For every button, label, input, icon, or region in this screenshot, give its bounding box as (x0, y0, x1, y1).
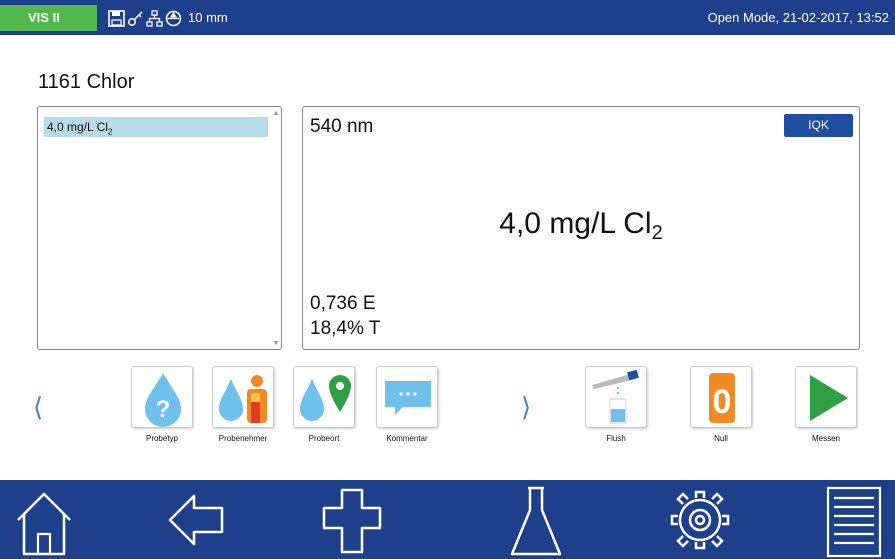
key-icon (127, 10, 144, 27)
flask-icon (510, 486, 562, 556)
home-icon (17, 492, 71, 556)
tool-label: Null (714, 434, 728, 443)
menu-list-icon (826, 486, 882, 558)
next-tools-button[interactable]: ⟩ (521, 392, 531, 422)
result-value: 4,0 mg/L Cl2 (499, 207, 663, 244)
sample-type-button[interactable]: ? Probetyp (130, 366, 194, 443)
scroll-up-icon[interactable] (274, 111, 278, 115)
back-arrow-icon (168, 494, 224, 546)
bottom-nav (0, 480, 895, 559)
add-button[interactable] (320, 480, 384, 559)
svg-text:?: ? (156, 396, 171, 423)
zero-icon: 0 (709, 373, 735, 423)
measure-button[interactable]: Messen (794, 366, 858, 443)
comment-icon (385, 381, 431, 415)
flush-icon (592, 369, 639, 424)
tool-label: Probenehmer (218, 434, 268, 443)
measure-play-icon (810, 375, 848, 421)
test-title: 1161 Chlor (38, 71, 135, 93)
back-button[interactable] (164, 480, 228, 559)
add-icon (322, 488, 382, 554)
scroll-down-icon[interactable] (274, 341, 278, 345)
wavelength: 540 nm (310, 116, 374, 137)
menu-button[interactable] (822, 480, 886, 559)
transmission-value: 18,4% T (310, 318, 381, 339)
sample-type-icon: ? (145, 373, 181, 427)
svg-text:0: 0 (713, 383, 732, 421)
cuvette-icon (165, 10, 182, 27)
tool-label: Probetyp (145, 434, 179, 443)
flask-button[interactable] (504, 480, 568, 559)
tool-label: Flush (606, 434, 626, 443)
sampler-icon (219, 375, 267, 423)
flush-button[interactable]: Flush (584, 366, 648, 443)
zero-button[interactable]: 0 Null (689, 366, 753, 443)
home-button[interactable] (12, 480, 76, 559)
status-icons: 10 mm (108, 8, 228, 28)
sample-location-icon (300, 375, 351, 421)
result-list[interactable]: 4,0 mg/L Cl2 (37, 106, 282, 350)
extinction-value: 0,736 E (310, 293, 376, 314)
sampler-button[interactable]: Probenehmer (211, 366, 275, 443)
result-panel: 540 nm IQK 4,0 mg/L Cl2 0,736 E 18,4% T (302, 106, 860, 350)
instrument-badge: VIS II (0, 5, 97, 31)
tool-label: Kommentar (386, 434, 428, 443)
network-icon (146, 9, 163, 27)
tool-label: Messen (811, 434, 840, 443)
sample-location-button[interactable]: Probeort (292, 366, 356, 443)
status-bar: VIS II 10 mm Open Mode, 21-02-2017, 13:5… (0, 0, 895, 35)
mode-datetime: Open Mode, 21-02-2017, 13:52 (707, 10, 889, 25)
settings-gear-icon (670, 490, 730, 550)
comment-button[interactable]: Kommentar (375, 366, 439, 443)
list-item[interactable]: 4,0 mg/L Cl2 (44, 117, 268, 137)
path-length: 10 mm (188, 10, 228, 25)
tool-label: Probeort (308, 434, 340, 443)
iqk-button[interactable]: IQK (784, 114, 853, 137)
save-icon (108, 9, 125, 27)
settings-button[interactable] (668, 480, 732, 559)
prev-tools-button[interactable]: ⟨ (33, 392, 43, 422)
